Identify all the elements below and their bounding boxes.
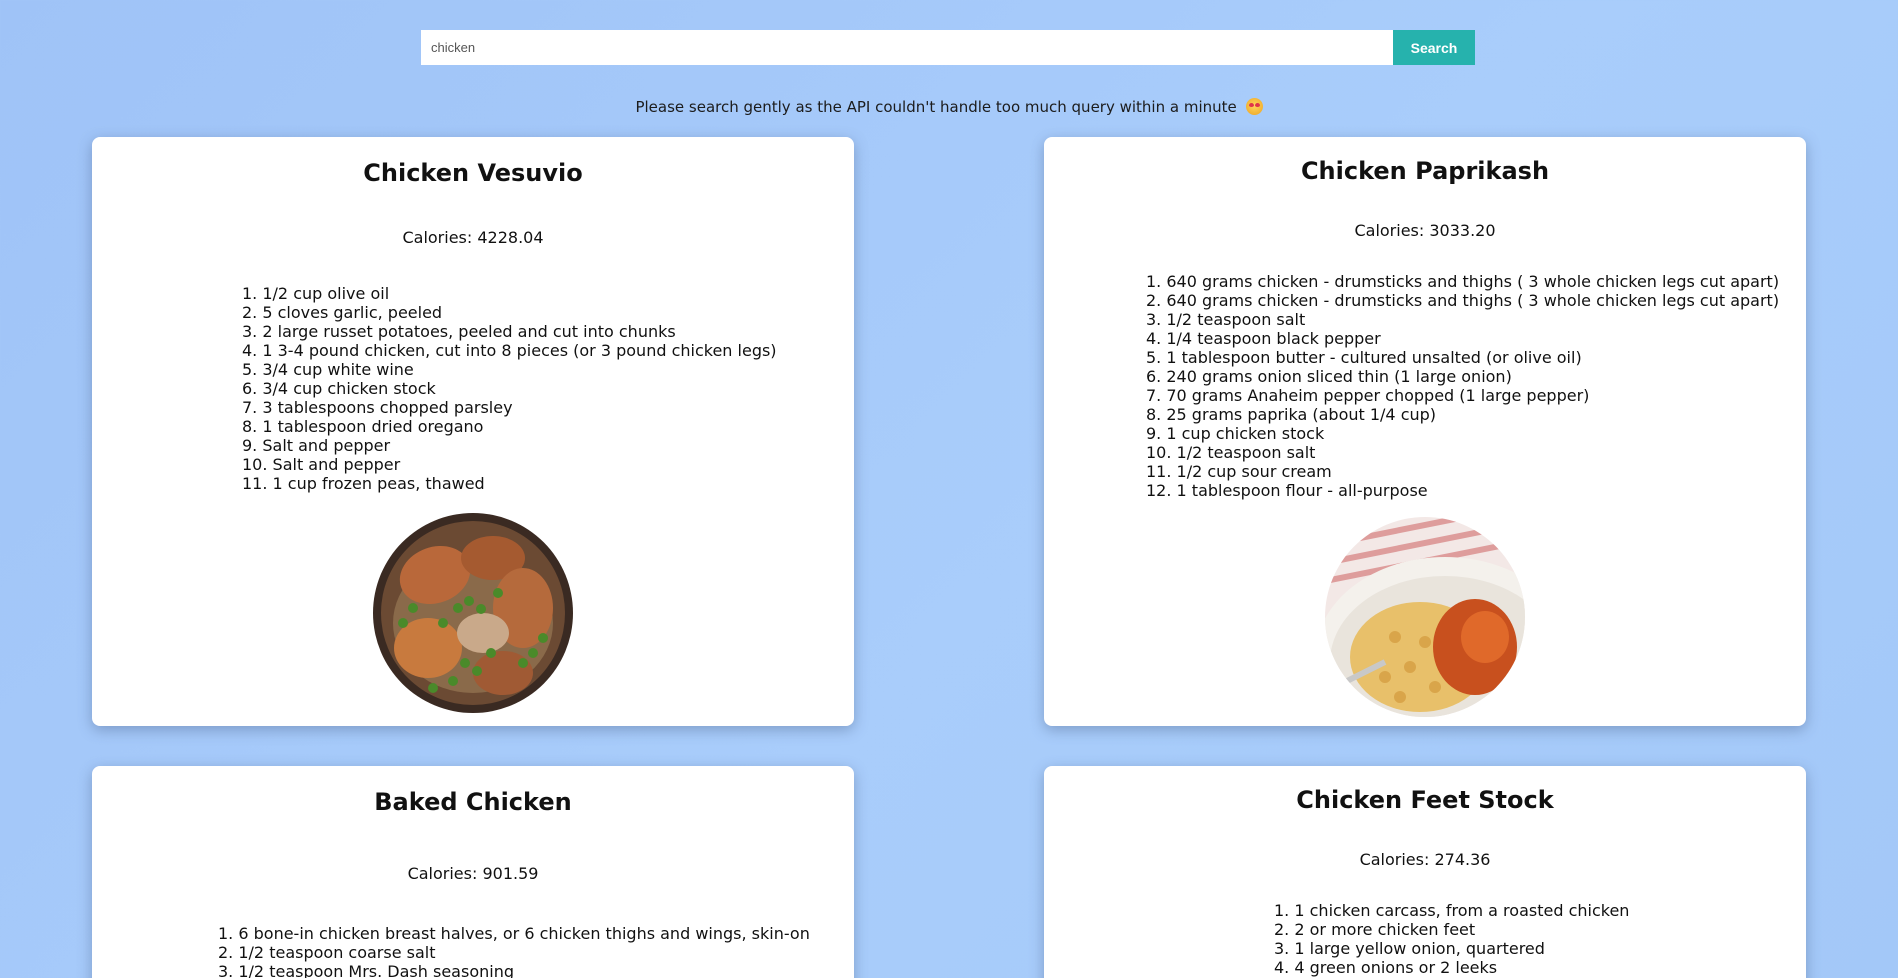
recipe-calories: Calories: 3033.20	[1354, 221, 1496, 240]
ingredient-item: 1 cup frozen peas, thawed	[242, 474, 777, 493]
ingredient-item: 240 grams onion sliced thin (1 large oni…	[1146, 367, 1779, 386]
search-button[interactable]: Search	[1393, 30, 1475, 65]
ingredient-item: 1/2 cup olive oil	[242, 284, 777, 303]
ingredient-item: 1/2 teaspoon coarse salt	[218, 943, 810, 962]
recipe-calories: Calories: 4228.04	[402, 228, 544, 247]
recipe-title: Chicken Vesuvio	[363, 159, 583, 187]
ingredient-item: 70 grams Anaheim pepper chopped (1 large…	[1146, 386, 1779, 405]
ingredient-item: 3/4 cup chicken stock	[242, 379, 777, 398]
ingredient-item: 6 bone-in chicken breast halves, or 6 ch…	[218, 924, 809, 943]
ingredient-item: 1 3-4 pound chicken, cut into 8 pieces (…	[242, 341, 776, 360]
ingredient-item: 1 tablespoon dried oregano	[242, 417, 777, 436]
recipe-card: Chicken Paprikash Calories: 3033.20 640 …	[1044, 137, 1806, 726]
ingredient-item: 640 grams chicken - drumsticks and thigh…	[1146, 272, 1779, 291]
recipe-title: Baked Chicken	[374, 788, 572, 816]
recipe-card: Chicken Vesuvio Calories: 4228.04 1/2 cu…	[92, 137, 854, 726]
ingredient-item: 2 large russet potatoes, peeled and cut …	[242, 322, 777, 341]
api-notice-text: Please search gently as the API couldn't…	[635, 98, 1237, 116]
ingredient-item: 1 large yellow onion, quartered	[1274, 939, 1629, 958]
recipe-card: Baked Chicken Calories: 901.59 6 bone-in…	[92, 766, 854, 978]
ingredient-list: 1/2 cup olive oil 5 cloves garlic, peele…	[242, 284, 777, 493]
heart-eyes-emoji-icon	[1245, 98, 1263, 115]
ingredient-item: 1 tablespoon butter - cultured unsalted …	[1146, 348, 1779, 367]
chicken-paprikash-photo	[1325, 517, 1525, 717]
ingredient-item: 3/4 cup white wine	[242, 360, 777, 379]
search-bar: Search	[421, 30, 1475, 65]
ingredient-item: 1/2 teaspoon Mrs. Dash seasoning	[218, 962, 810, 978]
ingredient-item: 1/2 teaspoon salt	[1146, 310, 1779, 329]
ingredient-item: 5 cloves garlic, peeled	[242, 303, 777, 322]
recipe-card: Chicken Feet Stock Calories: 274.36 1 ch…	[1044, 766, 1806, 978]
ingredient-item: 2 or more chicken feet	[1274, 920, 1629, 939]
recipe-calories: Calories: 901.59	[407, 864, 539, 883]
api-notice: Please search gently as the API couldn't…	[0, 98, 1898, 116]
ingredient-item: 1 cup chicken stock	[1146, 424, 1779, 443]
ingredient-item: 4 green onions or 2 leeks	[1274, 958, 1629, 977]
ingredient-item: 1 chicken carcass, from a roasted chicke…	[1274, 901, 1629, 920]
recipe-calories: Calories: 274.36	[1359, 850, 1491, 869]
ingredient-item: Salt and pepper	[242, 436, 777, 455]
ingredient-item: 640 grams chicken - drumsticks and thigh…	[1146, 291, 1779, 310]
ingredient-item: 25 grams paprika (about 1/4 cup)	[1146, 405, 1779, 424]
ingredient-list: 1 chicken carcass, from a roasted chicke…	[1274, 901, 1629, 977]
ingredient-item: Salt and pepper	[242, 455, 777, 474]
ingredient-item: 1/2 teaspoon salt	[1146, 443, 1779, 462]
ingredient-list: 640 grams chicken - drumsticks and thigh…	[1146, 272, 1779, 500]
search-input[interactable]	[421, 30, 1393, 65]
recipe-title: Chicken Feet Stock	[1296, 786, 1554, 814]
ingredient-item: 1 tablespoon flour - all-purpose	[1146, 481, 1779, 500]
ingredient-item: 1/4 teaspoon black pepper	[1146, 329, 1779, 348]
chicken-vesuvio-photo	[373, 513, 573, 713]
ingredient-item: 3 tablespoons chopped parsley	[242, 398, 777, 417]
ingredient-item: 1/2 cup sour cream	[1146, 462, 1779, 481]
ingredient-list: 6 bone-in chicken breast halves, or 6 ch…	[218, 924, 810, 978]
recipe-title: Chicken Paprikash	[1300, 157, 1550, 185]
